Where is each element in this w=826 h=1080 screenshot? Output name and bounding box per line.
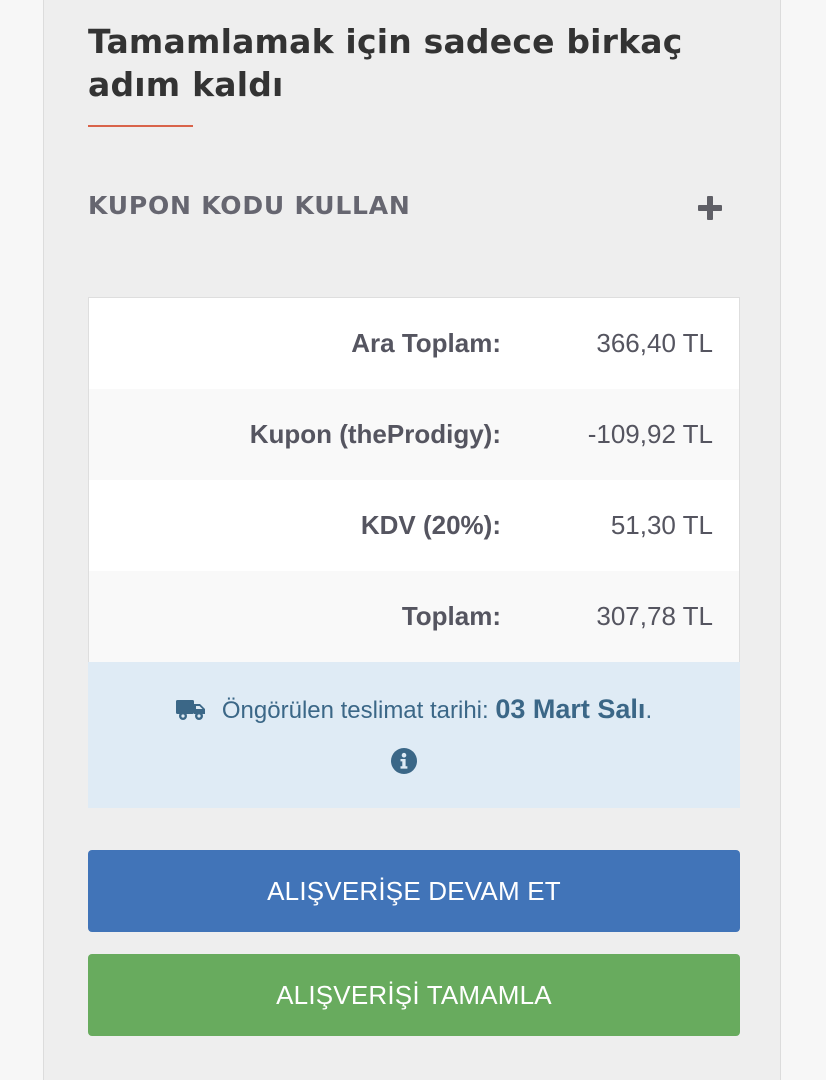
total-label: Toplam: [401, 601, 501, 631]
plus-icon[interactable] [698, 196, 722, 220]
continue-shopping-button[interactable]: ALIŞVERİŞE DEVAM ET [88, 850, 740, 932]
info-icon[interactable] [391, 748, 417, 774]
delivery-estimate-box: Öngörülen teslimat tarihi: 03 Mart Salı. [88, 662, 740, 808]
subtotal-label: Ara Toplam: [351, 328, 501, 358]
total-value: 307,78 TL [596, 601, 713, 631]
coupon-discount-label: Kupon (theProdigy): [249, 419, 501, 449]
delivery-estimate-line: Öngörülen teslimat tarihi: 03 Mart Salı. [88, 694, 740, 725]
vat-row: KDV (20%): 51,30 TL [89, 480, 739, 571]
subtotal-row: Ara Toplam: 366,40 TL [89, 298, 739, 389]
delivery-text: Öngörülen teslimat tarihi: [221, 697, 489, 724]
coupon-label: KUPON KODU KULLAN [88, 191, 411, 220]
coupon-toggle[interactable]: KUPON KODU KULLAN [88, 182, 738, 234]
page-title: Tamamlamak için sadece birkaç adım kaldı [88, 22, 683, 104]
truck-icon [175, 700, 205, 720]
title-underline [88, 125, 193, 127]
complete-purchase-button[interactable]: ALIŞVERİŞİ TAMAMLA [88, 954, 740, 1036]
delivery-suffix: . [645, 697, 653, 724]
cart-summary-panel: Tamamlamak için sadece birkaç adım kaldı… [43, 0, 781, 1080]
coupon-discount-value: -109,92 TL [587, 419, 713, 449]
vat-value: 51,30 TL [610, 510, 713, 540]
subtotal-value: 366,40 TL [596, 328, 713, 358]
total-row: Toplam: 307,78 TL [89, 571, 739, 662]
coupon-discount-row: Kupon (theProdigy): -109,92 TL [89, 389, 739, 480]
delivery-date: 03 Mart Salı [495, 694, 646, 724]
vat-label: KDV (20%): [360, 510, 501, 540]
totals-table: Ara Toplam: 366,40 TL Kupon (theProdigy)… [88, 297, 740, 663]
